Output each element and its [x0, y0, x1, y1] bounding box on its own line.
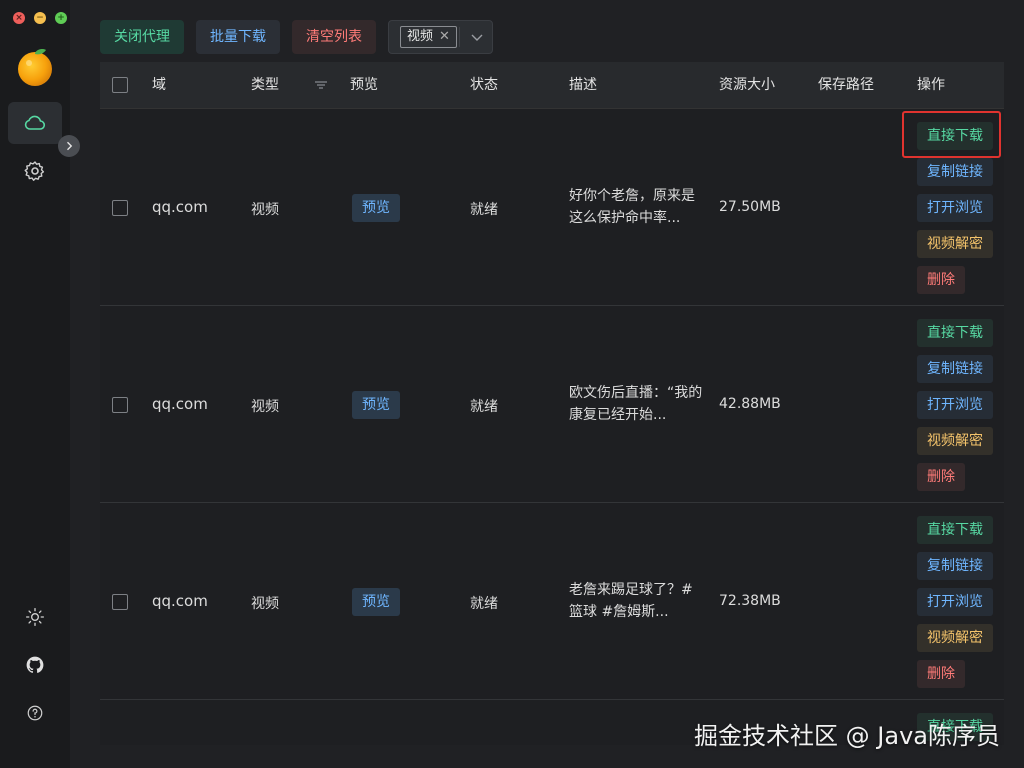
row-domain: qq.com — [152, 395, 208, 413]
orange-icon — [15, 47, 55, 87]
close-window-button[interactable]: × — [13, 12, 25, 24]
preview-button[interactable]: 预览 — [352, 194, 400, 222]
close-proxy-button[interactable]: 关闭代理 — [100, 20, 184, 54]
sidebar-item-resources[interactable] — [8, 102, 62, 144]
row-size: 27.50MB — [719, 199, 781, 215]
row-type: 视频 — [251, 202, 279, 218]
row-description: 欧文伤后直播：“我的康复已经开始... — [569, 385, 703, 423]
sidebar-item-settings[interactable] — [8, 150, 62, 192]
row-size: 72.38MB — [719, 593, 781, 609]
delete-button[interactable]: 删除 — [917, 660, 965, 688]
filter-icon[interactable] — [313, 77, 329, 93]
column-header-type: 类型 — [251, 77, 279, 93]
filter-chip: 视频 ✕ — [400, 26, 457, 48]
toolbar: 关闭代理 批量下载 清空列表 视频 ✕ — [100, 20, 493, 54]
copy-link-button[interactable]: 复制链接 — [917, 158, 993, 186]
github-link[interactable] — [24, 654, 46, 676]
type-filter-select[interactable]: 视频 ✕ — [388, 20, 493, 54]
clear-list-button[interactable]: 清空列表 — [292, 20, 376, 54]
open-browse-button[interactable]: 打开浏览 — [917, 194, 993, 222]
column-header-description: 描述 — [569, 77, 597, 93]
row-status: 就绪 — [470, 399, 498, 415]
chevron-down-icon[interactable] — [469, 29, 485, 45]
select-divider — [459, 27, 460, 47]
video-decrypt-button[interactable]: 视频解密 — [917, 427, 993, 455]
minimize-window-button[interactable]: − — [34, 12, 46, 24]
row-status: 就绪 — [470, 596, 498, 612]
copy-link-button[interactable]: 复制链接 — [917, 552, 993, 580]
row-status: 就绪 — [470, 202, 498, 218]
maximize-window-button[interactable]: + — [55, 12, 67, 24]
direct-download-button[interactable]: 直接下载 — [917, 319, 993, 347]
sidebar: × − + — [0, 0, 80, 768]
row-description: 老詹来踢足球了？#篮球 #詹姆斯... — [569, 582, 693, 620]
watermark: 掘金技术社区 @ Java陈序员 — [694, 722, 1000, 750]
row-description: 好你个老詹，原来是这么保护命中率... — [569, 188, 695, 226]
expand-sidebar-button[interactable] — [58, 135, 80, 157]
row-domain: qq.com — [152, 198, 208, 216]
direct-download-button[interactable]: 直接下载 — [917, 516, 993, 544]
row-size: 42.88MB — [719, 396, 781, 412]
cloud-icon — [24, 115, 46, 130]
help-button[interactable] — [24, 702, 46, 724]
row-checkbox[interactable] — [112, 397, 128, 413]
table-row: qq.com 视频 预览 就绪 欧文伤后直播：“我的康复已经开始... 42.8… — [100, 306, 1004, 503]
row-actions: 直接下载 复制链接 打开浏览 视频解密 删除 — [917, 319, 997, 499]
video-decrypt-button[interactable]: 视频解密 — [917, 624, 993, 652]
chevron-right-icon — [67, 141, 73, 151]
column-header-size: 资源大小 — [719, 77, 775, 93]
close-icon[interactable]: ✕ — [439, 27, 450, 47]
delete-button[interactable]: 删除 — [917, 266, 965, 294]
resource-table: 域 类型 预览 状态 描述 资源大小 保存路径 操作 qq.com 视频 预览 … — [100, 62, 1004, 745]
column-header-actions: 操作 — [917, 77, 945, 93]
github-icon — [26, 656, 44, 673]
table-header: 域 类型 预览 状态 描述 资源大小 保存路径 操作 — [100, 62, 1004, 109]
open-browse-button[interactable]: 打开浏览 — [917, 588, 993, 616]
table-row: qq.com 视频 预览 就绪 好你个老詹，原来是这么保护命中率... 27.5… — [100, 109, 1004, 306]
row-checkbox[interactable] — [112, 594, 128, 610]
help-icon — [27, 705, 43, 721]
copy-link-button[interactable]: 复制链接 — [917, 355, 993, 383]
gear-icon — [24, 161, 45, 181]
row-type: 视频 — [251, 399, 279, 415]
minimize-icon: − — [36, 13, 44, 23]
close-icon: × — [15, 13, 23, 23]
window-controls: × − + — [13, 12, 67, 24]
table-row: qq.com 视频 预览 就绪 老詹来踢足球了？#篮球 #詹姆斯... 72.3… — [100, 503, 1004, 700]
batch-download-button[interactable]: 批量下载 — [196, 20, 280, 54]
column-header-preview: 预览 — [350, 77, 378, 93]
column-header-status: 状态 — [470, 77, 498, 93]
row-actions: 直接下载 复制链接 打开浏览 视频解密 删除 — [917, 516, 997, 696]
theme-toggle-button[interactable] — [24, 606, 46, 628]
delete-button[interactable]: 删除 — [917, 463, 965, 491]
row-checkbox[interactable] — [112, 200, 128, 216]
open-browse-button[interactable]: 打开浏览 — [917, 391, 993, 419]
video-decrypt-button[interactable]: 视频解密 — [917, 230, 993, 258]
column-header-save-path: 保存路径 — [818, 77, 874, 93]
select-all-checkbox[interactable] — [112, 77, 128, 93]
row-type: 视频 — [251, 596, 279, 612]
row-domain: qq.com — [152, 592, 208, 610]
maximize-icon: + — [57, 13, 65, 23]
preview-button[interactable]: 预览 — [352, 391, 400, 419]
highlight-box — [902, 111, 1001, 158]
column-header-domain: 域 — [152, 77, 166, 93]
preview-button[interactable]: 预览 — [352, 588, 400, 616]
filter-chip-label: 视频 — [407, 29, 434, 44]
sun-icon — [26, 608, 44, 626]
